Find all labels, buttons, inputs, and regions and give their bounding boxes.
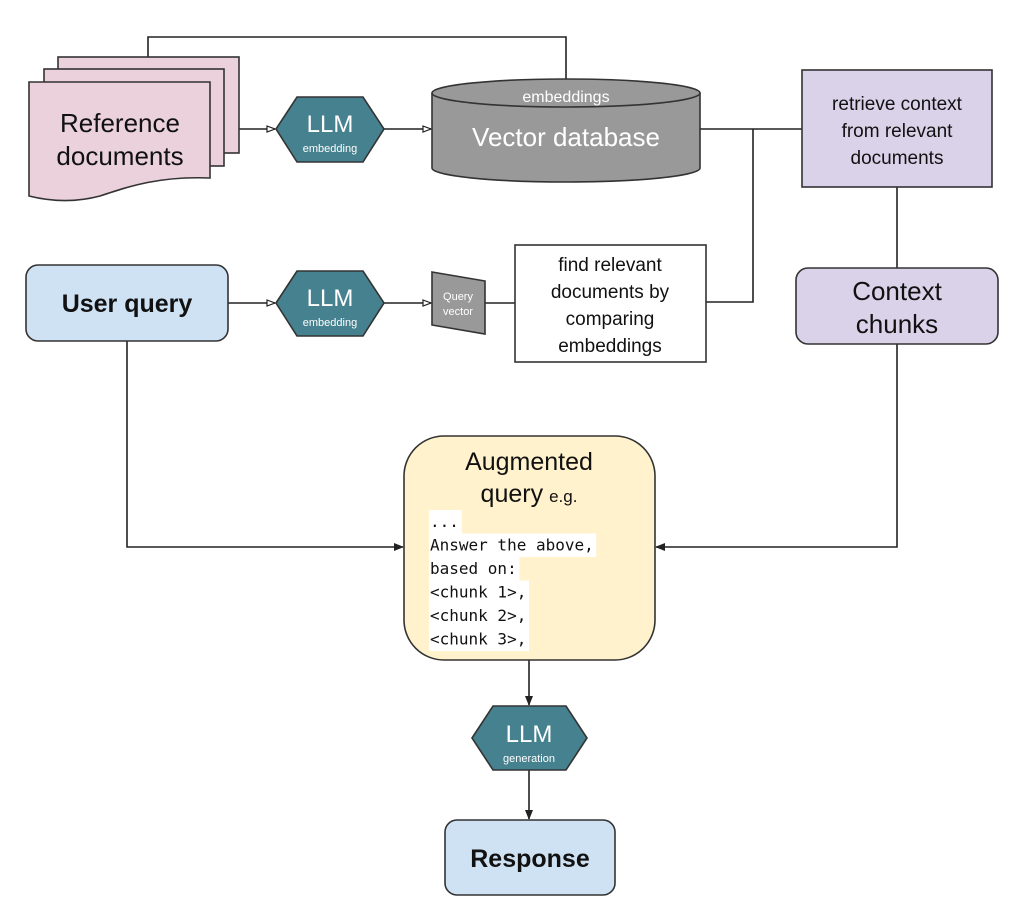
llm-embedding-node-2: LLM embedding (275, 270, 385, 337)
llm-subtitle: generation (503, 753, 555, 765)
augmented-title-1: Augmented (465, 448, 593, 476)
find-relevant-label-2: documents by (551, 282, 670, 303)
context-chunks-label-1: Context (852, 276, 942, 306)
code-line: <chunk 3>, (430, 630, 526, 649)
llm-generation-node: LLM generation (471, 705, 588, 771)
llm-embedding-node-1: LLM embedding (275, 96, 385, 163)
rag-diagram: Reference documents LLM embedding embedd… (25, 36, 999, 896)
llm-subtitle: embedding (303, 317, 357, 329)
query-vector-node: Query vector (431, 271, 486, 335)
retrieve-context-label-3: documents (851, 148, 944, 169)
user-query-node: User query (25, 264, 229, 342)
reference-documents-node: Reference documents (28, 56, 240, 202)
query-vector-label-2: vector (443, 306, 473, 318)
vector-database-top-label: embeddings (522, 89, 609, 106)
retrieve-context-label-2: from relevant (842, 121, 954, 142)
reference-documents-label-2: documents (56, 141, 183, 171)
code-line: <chunk 2>, (430, 606, 526, 625)
code-line: <chunk 1>, (430, 583, 526, 602)
find-relevant-node: find relevant documents by comparing emb… (514, 244, 707, 363)
chunks-to-augmented-arrow (655, 344, 898, 551)
llm-title: LLM (307, 111, 354, 138)
response-label: Response (470, 845, 590, 873)
llm-title: LLM (307, 285, 354, 312)
code-line: ... (430, 512, 459, 531)
find-relevant-label-4: embeddings (558, 336, 662, 357)
llm-title: LLM (506, 721, 553, 748)
user-query-label: User query (62, 290, 193, 318)
augmented-query-node: Augmented query e.g. ... Answer the above,… (403, 435, 656, 661)
augmented-title-eg: e.g. (549, 487, 577, 506)
vector-database-label: Vector database (472, 122, 660, 152)
response-node: Response (444, 819, 616, 896)
code-line: Answer the above, (430, 536, 594, 555)
find-relevant-label-1: find relevant (558, 255, 662, 276)
retrieve-context-label-1: retrieve context (832, 94, 963, 115)
query-to-augmented-arrow (126, 341, 404, 551)
retrieve-context-node: retrieve context from relevant documents (801, 69, 993, 188)
augmented-title-query: query (481, 480, 544, 508)
context-chunks-label-2: chunks (856, 309, 938, 339)
find-relevant-label-3: comparing (566, 309, 655, 330)
vector-database-node: embeddings Vector database (431, 78, 701, 183)
reference-documents-label-1: Reference (60, 108, 180, 138)
query-vector-label-1: Query (443, 291, 473, 303)
code-line: based on: (430, 559, 517, 578)
llm-subtitle: embedding (303, 143, 357, 155)
context-chunks-node: Context chunks (795, 267, 999, 345)
find-to-retrieve-line (706, 129, 754, 303)
